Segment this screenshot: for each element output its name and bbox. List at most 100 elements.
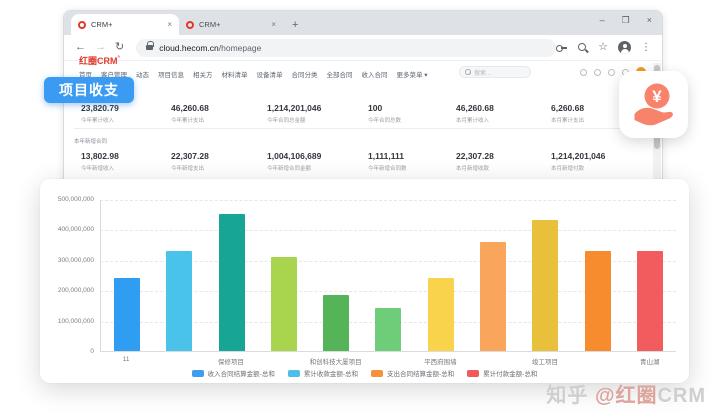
legend-item[interactable]: 收入合同结算金额-总和 [192, 368, 275, 378]
x-tick-label [467, 356, 519, 366]
window-controls: – ❐ × [600, 15, 652, 26]
bar-unlabeled[interactable] [271, 257, 297, 351]
stat-caption: 今年新增合同数 [368, 164, 463, 172]
x-tick-label: 保修项目 [205, 356, 257, 366]
browser-tabs: CRM+ × CRM+ × [71, 14, 283, 35]
y-tick-label: 0 [40, 348, 94, 355]
maximize-button[interactable]: ❐ [622, 15, 630, 26]
stat-item: 100 今年合同总数 [368, 103, 463, 124]
bar-青山湖[interactable] [637, 251, 663, 351]
stat-value: 46,260.68 [456, 103, 551, 113]
reload-icon[interactable]: ↻ [115, 42, 124, 53]
legend-item[interactable]: 累计收款金额-总和 [288, 368, 358, 378]
bar-保修项目[interactable] [219, 214, 245, 351]
watermark: 知乎 @红圈CRM [546, 379, 706, 408]
nav-item-设备清单[interactable]: 设备清单 [257, 69, 283, 79]
tab-title: CRM+ [91, 20, 112, 29]
menu-icon[interactable]: ⋮ [641, 43, 651, 53]
stat-value: 13,802.98 [81, 151, 176, 161]
app-search-input[interactable]: 搜索... [459, 66, 531, 78]
tab-close-icon[interactable]: × [271, 20, 276, 29]
legend-item[interactable]: 支出合同结算金额-总和 [371, 368, 454, 378]
stat-value: 23,820.79 [81, 103, 176, 113]
bar-竣工项目[interactable] [532, 220, 558, 351]
search-icon[interactable] [577, 42, 588, 53]
nav-item-收入合同[interactable]: 收入合同 [362, 69, 388, 79]
message-icon[interactable] [594, 69, 601, 76]
y-tick-label: 300,000,000 [40, 257, 94, 264]
search-icon [465, 69, 471, 75]
x-tick-label [571, 356, 623, 366]
y-tick-label: 200,000,000 [40, 287, 94, 294]
y-tick-label: 400,000,000 [40, 226, 94, 233]
nav-item-相关方[interactable]: 相关方 [193, 69, 213, 79]
crm-favicon-icon [186, 21, 194, 29]
star-icon[interactable]: ☆ [598, 42, 608, 53]
stat-value: 1,214,201,046 [551, 151, 646, 161]
stat-item: 13,802.98 今年新增收入 [81, 151, 176, 172]
stat-caption: 今年新增收入 [81, 164, 176, 172]
x-tick-label [362, 356, 414, 366]
url-field[interactable]: cloud.hecom.cn/homepage [136, 39, 556, 57]
x-tick-label [257, 356, 309, 366]
chart-legend: 收入合同结算金额-总和 累计收款金额-总和 支出合同结算金额-总和 累计付款金额-总和 [40, 368, 689, 378]
divider [74, 128, 646, 129]
notification-icon[interactable] [580, 69, 587, 76]
bar-unlabeled[interactable] [480, 242, 506, 351]
stat-caption: 今年合同总金额 [267, 116, 362, 124]
help-icon[interactable] [608, 69, 615, 76]
stat-caption: 今年累计支出 [171, 116, 266, 124]
tab-close-icon[interactable]: × [167, 20, 172, 29]
browser-window: CRM+ × CRM+ × + – ❐ × ← → ↻ cloud.hecom.cn/ho… [63, 10, 663, 202]
stat-item: 1,004,106,689今年新增合同金额 [267, 151, 362, 172]
stat-caption: 今年合同总数 [368, 116, 463, 124]
stat-value: 46,260.68 [171, 103, 266, 113]
bar-chart-card: 500,000,000400,000,000300,000,000200,000… [40, 179, 689, 383]
forward-icon[interactable]: → [95, 42, 106, 53]
nav-item-更多菜单 ▾[interactable]: 更多菜单 ▾ [397, 69, 428, 79]
lock-icon [146, 45, 153, 50]
browser-tab-strip: CRM+ × CRM+ × + – ❐ × [64, 11, 662, 35]
profile-icon[interactable] [618, 41, 631, 54]
search-placeholder: 搜索... [474, 68, 491, 77]
bar-slot [310, 295, 362, 351]
stat-value: 100 [368, 103, 463, 113]
browser-tab[interactable]: CRM+ × [71, 14, 179, 35]
close-button[interactable]: × [647, 15, 652, 26]
bar-unlabeled[interactable] [166, 251, 192, 351]
new-tab-button[interactable]: + [292, 20, 298, 31]
nav-item-合同分类[interactable]: 合同分类 [292, 69, 318, 79]
browser-tab[interactable]: CRM+ × [179, 14, 283, 35]
crm-favicon-icon [78, 21, 86, 29]
stat-value: 1,111,111 [368, 151, 463, 161]
bar-unlabeled[interactable] [375, 308, 401, 351]
bar-11[interactable] [114, 278, 140, 351]
toolbar-icons: ☆ ⋮ [556, 41, 651, 54]
nav-item-全部合同[interactable]: 全部合同 [327, 69, 353, 79]
project-income-expense-badge: 项目收支 [44, 77, 134, 103]
stat-value: 22,307.28 [171, 151, 266, 161]
tab-title: CRM+ [199, 20, 220, 29]
bar-slot [519, 220, 571, 351]
stat-item: 22,307.28 今年新增支出 [171, 151, 266, 172]
x-tick-label: 和创科技大厦项目 [309, 356, 361, 366]
bar-slot [362, 308, 414, 351]
bar-和创科技大厦项目[interactable] [323, 295, 349, 351]
nav-item-动态[interactable]: 动态 [136, 69, 149, 79]
bar-unlabeled[interactable] [585, 251, 611, 351]
key-icon[interactable] [556, 42, 567, 53]
nav-item-材料清单[interactable]: 材料清单 [222, 69, 248, 79]
minimize-button[interactable]: – [600, 15, 605, 26]
bar-平西府围墙[interactable] [428, 278, 454, 351]
stat-value: 1,004,106,689 [267, 151, 362, 161]
nav-item-项目信息[interactable]: 项目信息 [158, 69, 184, 79]
legend-item[interactable]: 累计付款金额-总和 [467, 368, 537, 378]
stat-caption: 今年新增支出 [171, 164, 266, 172]
back-icon[interactable]: ← [75, 42, 86, 53]
stat-caption: 本月累计收入 [456, 116, 551, 124]
bar-slot [467, 242, 519, 351]
url-text: cloud.hecom.cn/homepage [159, 43, 261, 53]
svg-text:¥: ¥ [652, 87, 662, 106]
stat-item: 46,260.68 本月累计收入 [456, 103, 551, 124]
hand-holding-yen-coin-icon: ¥ [619, 71, 688, 138]
